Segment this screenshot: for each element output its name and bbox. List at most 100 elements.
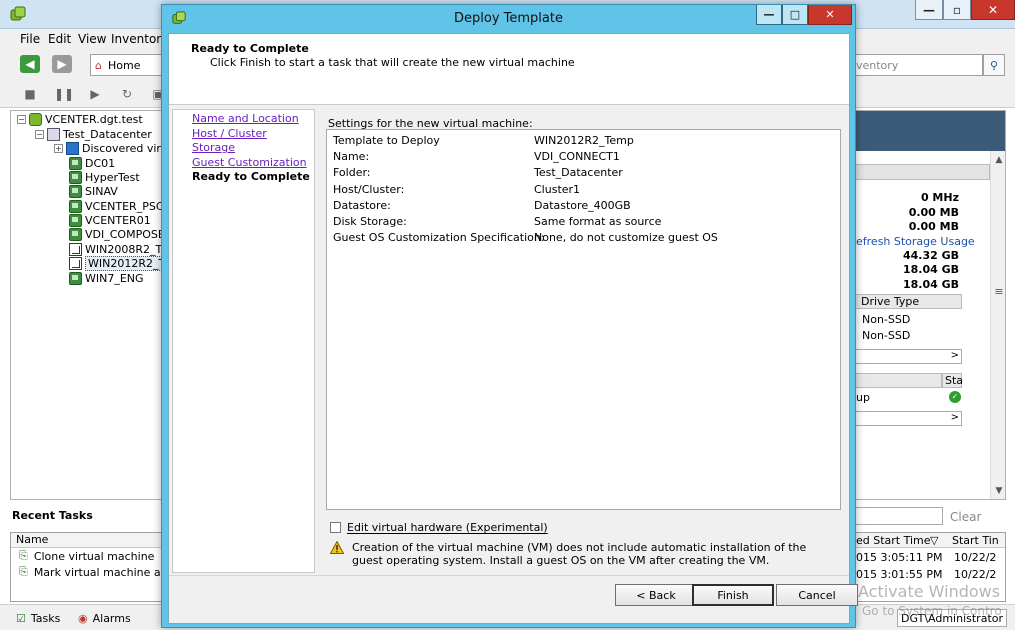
tree-item-template[interactable]: WIN2008R2_T [69, 242, 162, 257]
step-host-cluster[interactable]: Host / Cluster [192, 127, 267, 140]
alarms-tab[interactable]: ◉ Alarms [78, 609, 131, 627]
step-ready-to-complete: Ready to Complete [192, 170, 310, 183]
tree-item-vcenter[interactable]: − VCENTER.dgt.test [17, 112, 143, 127]
deploy-template-dialog: Deploy Template — □ ✕ Ready to Complete … [161, 4, 858, 628]
search-input[interactable]: ventory [853, 54, 983, 76]
pause-icon[interactable]: ❚❚ [54, 87, 74, 101]
tree-item-vm[interactable]: SINAV [69, 184, 118, 199]
warning-icon [330, 541, 344, 554]
menu-view[interactable]: View [78, 32, 106, 46]
task-name: Clone virtual machine [33, 549, 155, 563]
scroll-down-icon[interactable]: ▼ [991, 486, 1005, 496]
play-icon[interactable]: ▶ [87, 87, 103, 101]
setting-value: Test_Datacenter [534, 166, 623, 179]
vm-icon [69, 214, 82, 227]
tree-item-discovered[interactable]: + Discovered virt [54, 141, 165, 156]
tree-item-vm[interactable]: VCENTER_PSC [69, 199, 164, 214]
wizard-button-bar: < Back Finish Cancel [169, 575, 858, 623]
task-filter-input[interactable] [853, 507, 943, 525]
dialog-maximize-button[interactable]: □ [782, 5, 808, 25]
task-row[interactable]: ⎘ Clone virtual machine [11, 548, 161, 564]
alarms-tab-label: Alarms [92, 611, 131, 625]
setting-key: Datastore: [333, 199, 391, 212]
wizard-content: Settings for the new virtual machine: Te… [318, 109, 848, 573]
tree-item-datacenter[interactable]: − Test_Datacenter [35, 127, 152, 142]
forward-arrow-icon[interactable]: ▶ [52, 55, 72, 73]
step-storage[interactable]: Storage [192, 141, 235, 154]
clear-button[interactable]: Clear [950, 510, 981, 524]
edit-hardware-option[interactable]: Edit virtual hardware (Experimental) [330, 521, 548, 534]
start-time-header[interactable]: ed Start Time [856, 534, 931, 547]
horizontal-scrollbar[interactable]: > [855, 349, 962, 364]
drive-type-header[interactable]: Drive Type [855, 294, 962, 309]
start-time-header-2[interactable]: Start Tin [952, 534, 999, 547]
tree-item-label: Discovered virt [82, 142, 166, 155]
refresh-icon[interactable]: ↻ [119, 87, 135, 101]
drive-type-value: Non-SSD [862, 329, 911, 342]
minimize-button[interactable]: — [915, 0, 943, 20]
dialog-minimize-button[interactable]: — [756, 5, 782, 25]
tasks-tab-label: Tasks [30, 611, 61, 625]
scroll-grip-icon[interactable]: ≡ [991, 285, 1005, 298]
edit-hardware-checkbox[interactable] [330, 522, 341, 533]
menu-edit[interactable]: Edit [48, 32, 71, 46]
alarm-icon: ◉ [78, 611, 88, 625]
tree-item-vm[interactable]: VDI_COMPOSE [69, 227, 165, 242]
guest-os-warning: Creation of the virtual machine (VM) doe… [330, 541, 835, 567]
storage-value: 44.32 GB [902, 249, 959, 262]
restore-button[interactable]: ▫ [943, 0, 971, 20]
setting-key: Folder: [333, 166, 371, 179]
network-header[interactable] [855, 373, 942, 388]
edit-hardware-label[interactable]: Edit virtual hardware (Experimental) [347, 521, 548, 534]
tree-item-vm[interactable]: DC01 [69, 156, 115, 171]
scroll-up-icon[interactable]: ▲ [991, 155, 1005, 165]
activation-watermark-sub: Go to System in Contro [862, 604, 1002, 618]
task-icon: ⎘ [19, 549, 28, 562]
tasks-tab[interactable]: ☑ Tasks [16, 609, 60, 627]
menu-file[interactable]: File [20, 32, 40, 46]
memory-value-2: 0.00 MB [908, 220, 959, 233]
back-arrow-icon[interactable]: ◀ [20, 55, 40, 73]
step-guest-customization[interactable]: Guest Customization [192, 156, 307, 169]
setting-key: Name: [333, 150, 370, 163]
collapse-icon[interactable]: − [17, 115, 26, 124]
tree-item-vm[interactable]: WIN7_ENG [69, 271, 144, 286]
home-breadcrumb[interactable]: ⌂ Home [90, 54, 162, 76]
collapse-icon[interactable]: − [35, 130, 44, 139]
tree-item-label: HyperTest [85, 171, 140, 184]
setting-key: Guest OS Customization Specification: [333, 231, 545, 244]
cpu-value: 0 MHz [920, 191, 959, 204]
menu-inventory[interactable]: Inventory [111, 32, 168, 46]
tree-item-vm[interactable]: VCENTER01 [69, 213, 151, 228]
step-name-location[interactable]: Name and Location [192, 112, 299, 125]
summary-banner [854, 111, 1005, 151]
search-icon[interactable]: ⚲ [983, 54, 1005, 76]
tree-item-template-selected[interactable]: WIN2012R2_T [69, 256, 169, 271]
refresh-storage-link[interactable]: efresh Storage Usage [856, 235, 975, 248]
vertical-scrollbar[interactable]: ▲ ≡ ▼ [990, 151, 1005, 499]
state-header[interactable]: Sta [942, 373, 963, 388]
settings-summary: Template to Deploy WIN2012R2_Temp Name: … [326, 129, 841, 510]
stop-icon[interactable]: ■ [22, 87, 38, 101]
vm-icon [69, 200, 82, 213]
task-row[interactable]: ⎘ Mark virtual machine as t [11, 564, 161, 580]
task-time: 015 3:05:11 PM [856, 551, 943, 564]
setting-value: WIN2012R2_Temp [534, 134, 634, 147]
tasks-column-name[interactable]: Name [11, 533, 161, 548]
memory-value: 0.00 MB [908, 206, 959, 219]
back-button[interactable]: < Back [615, 584, 697, 606]
cancel-button[interactable]: Cancel [776, 584, 858, 606]
task-icon: ⎘ [19, 565, 28, 578]
finish-button[interactable]: Finish [692, 584, 774, 606]
close-button[interactable]: ✕ [971, 0, 1015, 20]
dialog-close-button[interactable]: ✕ [808, 5, 852, 25]
sort-icon[interactable]: ▽ [930, 534, 938, 547]
tree-item-vm[interactable]: HyperTest [69, 170, 140, 185]
wizard-header: Ready to Complete Click Finish to start … [169, 34, 849, 105]
dialog-titlebar[interactable]: Deploy Template — □ ✕ [162, 5, 855, 31]
expand-icon[interactable]: + [54, 144, 63, 153]
activation-watermark: Activate Windows [858, 582, 1001, 601]
setting-value: Cluster1 [534, 183, 581, 196]
task-date: 10/22/2 [954, 551, 997, 564]
horizontal-scrollbar[interactable]: > [855, 411, 962, 426]
